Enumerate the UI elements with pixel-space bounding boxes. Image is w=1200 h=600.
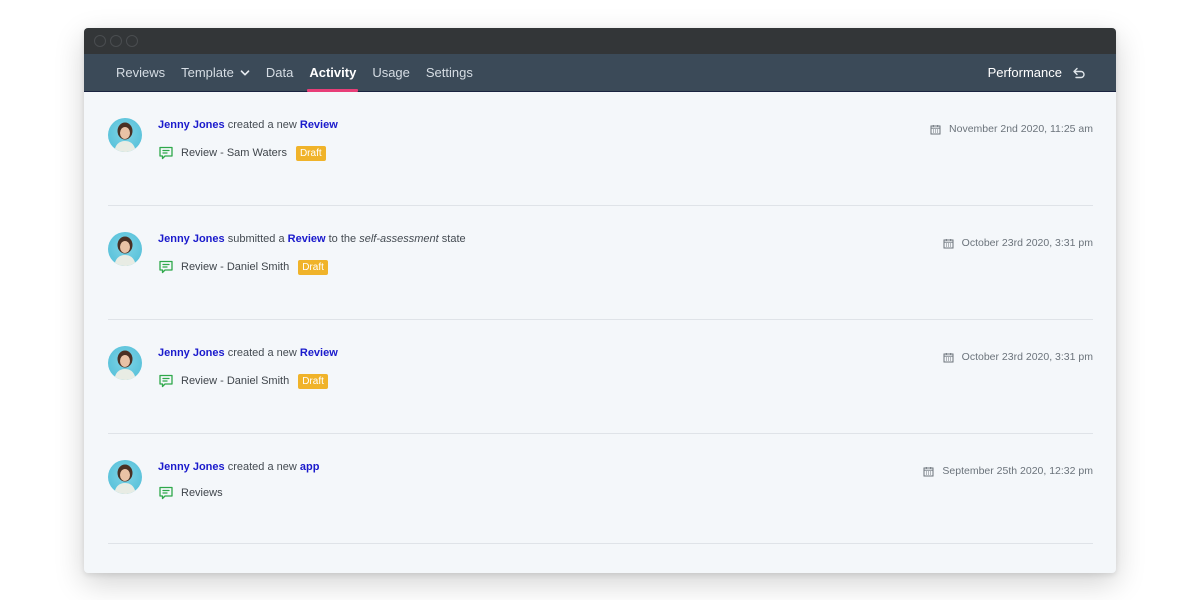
avatar xyxy=(108,232,142,266)
state-suffix: state xyxy=(441,233,466,245)
nav-tab-template[interactable]: Template xyxy=(173,54,258,91)
target-name[interactable]: Review - Daniel Smith xyxy=(181,261,289,273)
nav-tab-label: Usage xyxy=(372,65,410,80)
activity-verb: created a new xyxy=(227,461,297,473)
actor-link[interactable]: Jenny Jones xyxy=(158,119,225,131)
activity-item: Jenny Jones created a new Review Review … xyxy=(108,92,1093,206)
timestamp-text: October 23rd 2020, 3:31 pm xyxy=(961,237,1093,249)
avatar xyxy=(108,460,142,494)
activity-description: Jenny Jones created a new app xyxy=(158,461,319,473)
activity-target: Review - Daniel Smith Draft xyxy=(158,373,328,389)
calendar-icon xyxy=(943,352,954,362)
object-link[interactable]: Review xyxy=(300,347,338,359)
nav-tab-label: Data xyxy=(265,65,294,80)
activity-verb: created a new xyxy=(227,119,297,131)
timestamp-text: September 25th 2020, 12:32 pm xyxy=(942,465,1093,477)
activity-verb: created a new xyxy=(227,347,297,359)
activity-timestamp: September 25th 2020, 12:32 pm xyxy=(923,465,1093,477)
calendar-icon xyxy=(930,124,941,134)
status-badge: Draft xyxy=(295,145,326,161)
title-bar xyxy=(84,28,1116,54)
status-badge: Draft xyxy=(298,373,328,389)
activity-preposition: to the xyxy=(328,233,357,245)
timestamp-text: November 2nd 2020, 11:25 am xyxy=(949,123,1093,135)
activity-timestamp: October 23rd 2020, 3:31 pm xyxy=(943,351,1093,363)
avatar xyxy=(108,346,142,380)
actor-link[interactable]: Jenny Jones xyxy=(158,347,225,359)
nav-tab-data[interactable]: Data xyxy=(258,54,301,91)
target-name[interactable]: Review - Daniel Smith xyxy=(181,375,289,387)
actor-link[interactable]: Jenny Jones xyxy=(158,461,225,473)
activity-target: Reviews xyxy=(158,485,223,501)
activity-item: Jenny Jones submitted a Review to the se… xyxy=(108,206,1093,320)
activity-target: Review - Daniel Smith Draft xyxy=(158,259,328,275)
nav-tab-label: Template xyxy=(181,65,234,80)
app-window: Reviews Template Data Activity Usage Set… xyxy=(84,28,1116,573)
comment-icon xyxy=(159,146,173,160)
nav-tab-reviews[interactable]: Reviews xyxy=(108,54,173,91)
performance-link[interactable]: Performance xyxy=(988,54,1116,91)
activity-item: Jenny Jones created a new app Reviews Se… xyxy=(108,434,1093,544)
nav-tab-label: Reviews xyxy=(116,65,166,80)
maximize-window-button[interactable] xyxy=(126,35,138,47)
activity-target: Review - Sam Waters Draft xyxy=(158,145,326,161)
activity-timestamp: November 2nd 2020, 11:25 am xyxy=(930,123,1093,135)
object-link[interactable]: Review xyxy=(300,119,338,131)
activity-description: Jenny Jones created a new Review xyxy=(158,119,338,131)
activity-description: Jenny Jones created a new Review xyxy=(158,347,338,359)
close-window-button[interactable] xyxy=(94,35,106,47)
nav-tab-activity[interactable]: Activity xyxy=(301,54,364,92)
activity-feed: Jenny Jones created a new Review Review … xyxy=(84,92,1116,544)
calendar-icon xyxy=(943,238,954,248)
nav-tab-settings[interactable]: Settings xyxy=(418,54,481,91)
nav-tab-label: Settings xyxy=(425,65,473,80)
actor-link[interactable]: Jenny Jones xyxy=(158,233,225,245)
undo-arrow-icon xyxy=(1073,67,1085,78)
activity-verb: submitted a xyxy=(227,233,285,245)
status-badge: Draft xyxy=(298,259,328,275)
comment-icon xyxy=(159,374,173,388)
comment-icon xyxy=(159,486,173,500)
nav-tab-usage[interactable]: Usage xyxy=(364,54,418,91)
nav-tab-label: Activity xyxy=(309,65,357,80)
target-name[interactable]: Reviews xyxy=(181,487,223,499)
activity-timestamp: October 23rd 2020, 3:31 pm xyxy=(943,237,1093,249)
object-link[interactable]: app xyxy=(300,461,320,473)
activity-description: Jenny Jones submitted a Review to the se… xyxy=(158,233,466,245)
activity-item: Jenny Jones created a new Review Review … xyxy=(108,320,1093,434)
minimize-window-button[interactable] xyxy=(110,35,122,47)
state-name: self-assessment xyxy=(359,233,439,245)
chevron-down-icon xyxy=(240,69,250,76)
target-name[interactable]: Review - Sam Waters xyxy=(181,147,287,159)
performance-label: Performance xyxy=(987,65,1062,80)
avatar xyxy=(108,118,142,152)
timestamp-text: October 23rd 2020, 3:31 pm xyxy=(961,351,1093,363)
object-link[interactable]: Review xyxy=(288,233,326,245)
top-nav: Reviews Template Data Activity Usage Set… xyxy=(84,54,1116,92)
comment-icon xyxy=(159,260,173,274)
calendar-icon xyxy=(923,466,934,476)
